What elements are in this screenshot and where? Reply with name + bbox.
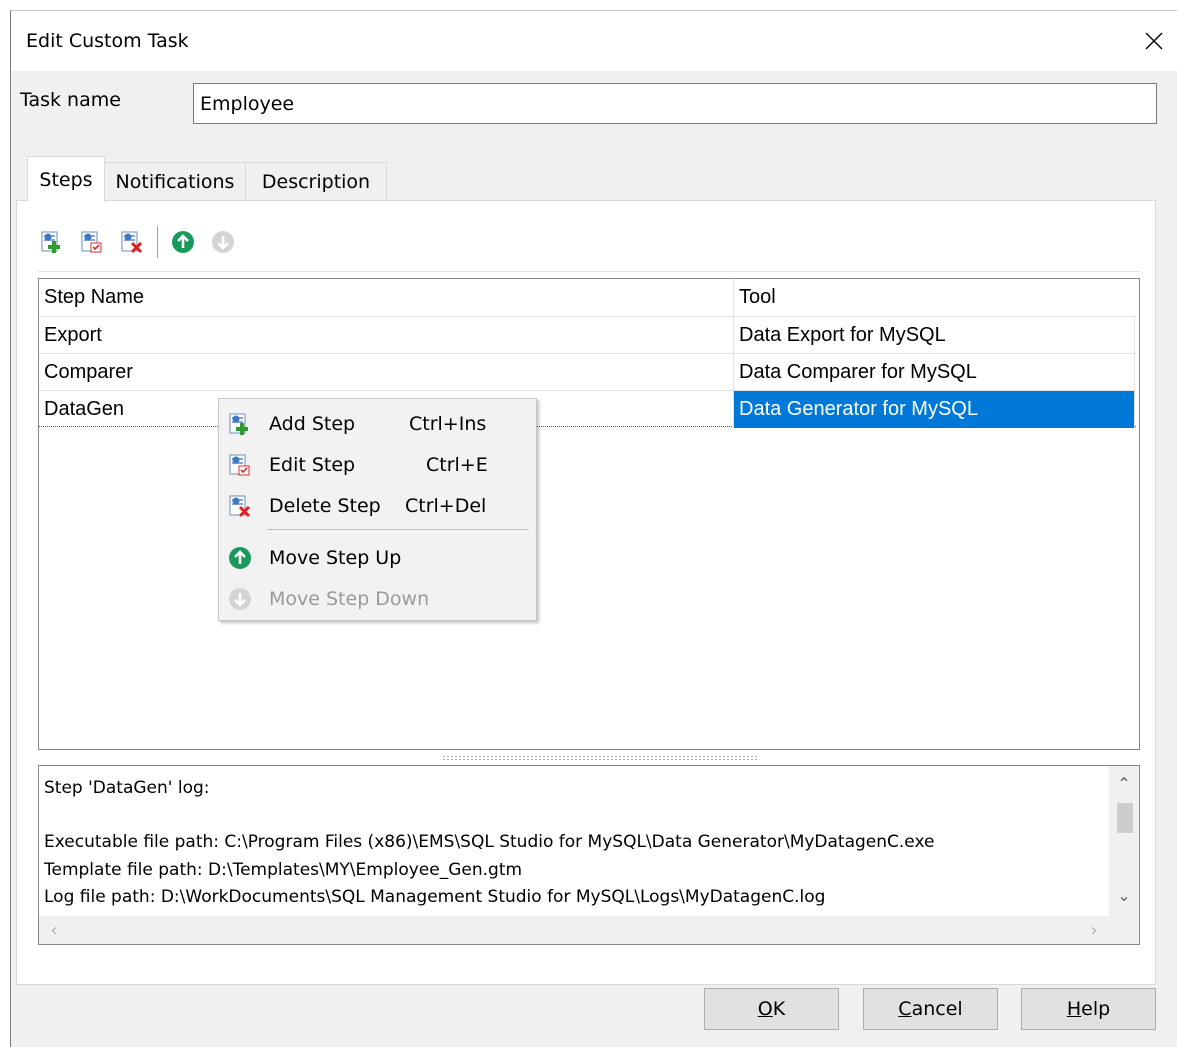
- grid-header: Step Name Tool: [39, 279, 1136, 316]
- column-header-step-name[interactable]: Step Name: [39, 279, 733, 316]
- steps-grid[interactable]: Step Name Tool Export Data Export for My…: [38, 278, 1140, 750]
- splitter-handle[interactable]: [442, 755, 758, 761]
- cancel-button[interactable]: Cancel: [863, 988, 998, 1030]
- move-up-button[interactable]: [163, 223, 203, 261]
- menu-item-label: Edit Step: [269, 454, 356, 476]
- menu-item-label: Move Step Up: [269, 547, 402, 569]
- cancel-mnemonic: C: [898, 998, 912, 1020]
- cancel-label-rest: ancel: [911, 998, 963, 1020]
- step-name-cell[interactable]: Export: [39, 317, 733, 354]
- table-row-selected[interactable]: DataGen Data Generator for MySQL: [39, 390, 1136, 428]
- tool-cell[interactable]: Data Comparer for MySQL: [733, 354, 1135, 391]
- log-line: Template file path: D:\Templates\MY\Empl…: [44, 860, 523, 880]
- tab-notifications[interactable]: Notifications: [104, 162, 246, 201]
- tab-description[interactable]: Description: [245, 162, 387, 201]
- help-label-rest: elp: [1081, 998, 1111, 1020]
- steps-toolbar: [32, 222, 243, 262]
- move-up-icon: [229, 547, 251, 569]
- menu-item-edit-step[interactable]: Edit Step Ctrl+E: [221, 444, 534, 484]
- menu-item-shortcut: Ctrl+E: [426, 454, 488, 476]
- toolbar-separator: [157, 226, 158, 258]
- task-name-input[interactable]: [193, 83, 1157, 124]
- title-bar: Edit Custom Task: [11, 11, 1177, 71]
- window-title: Edit Custom Task: [26, 30, 189, 52]
- horizontal-scrollbar[interactable]: ‹ ›: [39, 916, 1109, 944]
- menu-item-shortcut: Ctrl+Del: [405, 495, 487, 517]
- add-step-icon: [229, 413, 248, 435]
- move-down-icon: [212, 231, 234, 253]
- step-log-panel[interactable]: Step 'DataGen' log: Executable file path…: [38, 765, 1140, 945]
- delete-step-button[interactable]: [112, 223, 152, 261]
- scroll-thumb[interactable]: [1117, 803, 1133, 833]
- ok-label-rest: K: [772, 998, 786, 1020]
- step-context-menu: Add Step Ctrl+Ins Edit Step Ctrl+E Delet…: [218, 398, 537, 621]
- step-name-cell[interactable]: Comparer: [39, 354, 733, 391]
- scroll-corner: [1109, 916, 1139, 944]
- menu-item-move-step-down[interactable]: Move Step Down: [221, 578, 534, 618]
- log-line: Step 'DataGen' log:: [44, 778, 210, 798]
- close-button[interactable]: [1131, 11, 1177, 71]
- close-icon: [1145, 32, 1163, 50]
- tool-cell[interactable]: Data Export for MySQL: [733, 317, 1135, 354]
- edit-step-icon: [81, 231, 102, 253]
- menu-item-label: Add Step: [269, 413, 356, 435]
- move-up-icon: [172, 231, 194, 253]
- log-line: Executable file path: C:\Program Files (…: [44, 832, 935, 852]
- vertical-scrollbar[interactable]: ⌃ ⌄: [1109, 766, 1139, 916]
- table-row[interactable]: Comparer Data Comparer for MySQL: [39, 353, 1136, 391]
- delete-step-icon: [229, 495, 251, 518]
- column-header-tool[interactable]: Tool: [733, 279, 1135, 316]
- tab-steps[interactable]: Steps: [27, 156, 105, 202]
- move-down-button[interactable]: [203, 223, 243, 261]
- help-mnemonic: H: [1066, 998, 1082, 1020]
- menu-item-delete-step[interactable]: Delete Step Ctrl+Del: [221, 485, 534, 525]
- menu-item-move-step-up[interactable]: Move Step Up: [221, 537, 534, 577]
- menu-item-add-step[interactable]: Add Step Ctrl+Ins: [221, 403, 534, 443]
- menu-item-label: Delete Step: [269, 495, 381, 517]
- task-name-label: Task name: [20, 89, 121, 111]
- toolbar-divider: [38, 271, 1140, 272]
- add-step-button[interactable]: [32, 223, 72, 261]
- table-row[interactable]: Export Data Export for MySQL: [39, 316, 1136, 354]
- scroll-left-icon[interactable]: ‹: [39, 916, 69, 944]
- edit-step-button[interactable]: [72, 223, 112, 261]
- delete-step-icon: [121, 231, 143, 254]
- ok-button[interactable]: OK: [704, 988, 839, 1030]
- menu-separator: [267, 529, 529, 530]
- menu-item-label: Move Step Down: [269, 588, 430, 610]
- add-step-icon: [41, 231, 60, 253]
- log-line: Log file path: D:\WorkDocuments\SQL Mana…: [44, 887, 826, 907]
- ok-mnemonic: O: [757, 998, 773, 1020]
- help-button[interactable]: Help: [1021, 988, 1156, 1030]
- move-down-icon: [229, 588, 251, 610]
- tool-cell-selected[interactable]: Data Generator for MySQL: [733, 391, 1135, 428]
- menu-item-shortcut: Ctrl+Ins: [409, 413, 487, 435]
- edit-step-icon: [229, 454, 250, 476]
- scroll-right-icon[interactable]: ›: [1079, 916, 1109, 944]
- scroll-down-icon[interactable]: ⌄: [1109, 880, 1139, 910]
- scroll-up-icon[interactable]: ⌃: [1109, 768, 1139, 798]
